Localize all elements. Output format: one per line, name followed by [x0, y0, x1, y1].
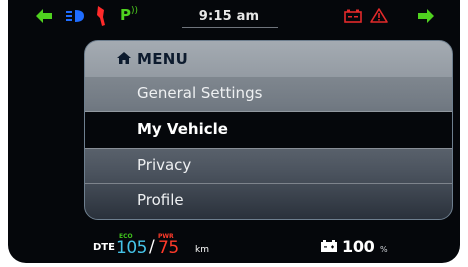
menu-item-general-settings[interactable]: General Settings — [85, 77, 452, 111]
range-unit: km — [195, 245, 209, 255]
clock: 9:15 am — [198, 9, 260, 24]
kickstand-icon — [97, 6, 105, 26]
right-turn-signal-icon — [418, 9, 434, 23]
hazard-warning-icon — [370, 8, 388, 23]
menu-item-label: Profile — [137, 191, 184, 209]
menu-item-label: Privacy — [137, 156, 192, 174]
menu-item-profile[interactable]: Profile — [85, 184, 452, 218]
battery-warning-icon — [344, 9, 362, 23]
dashboard-screen: P)) 9:15 am MENU General Settings My Veh… — [8, 0, 460, 263]
home-icon — [117, 52, 131, 64]
menu-item-label: My Vehicle — [137, 120, 228, 138]
pwr-range-value: 75 — [158, 238, 179, 258]
menu-title: MENU — [137, 50, 189, 68]
menu-header: MENU — [85, 41, 452, 77]
status-bar: P)) 9:15 am — [8, 0, 460, 32]
eco-range-value: 105 — [116, 238, 147, 258]
battery-icon — [321, 240, 337, 252]
menu-item-my-vehicle[interactable]: My Vehicle — [85, 112, 452, 148]
headlight-icon — [66, 10, 84, 22]
left-turn-signal-icon — [36, 9, 52, 23]
menu-panel: MENU General Settings My Vehicle Privacy… — [84, 40, 453, 220]
dte-label: DTE — [93, 242, 115, 253]
range-separator: / — [149, 237, 155, 257]
menu-item-label: General Settings — [137, 84, 263, 102]
menu-item-privacy[interactable]: Privacy — [85, 149, 452, 183]
clock-divider — [182, 27, 278, 28]
battery-level-value: 100 — [342, 237, 375, 256]
park-assist-icon: P)) — [120, 6, 139, 24]
battery-unit: % — [380, 245, 388, 254]
